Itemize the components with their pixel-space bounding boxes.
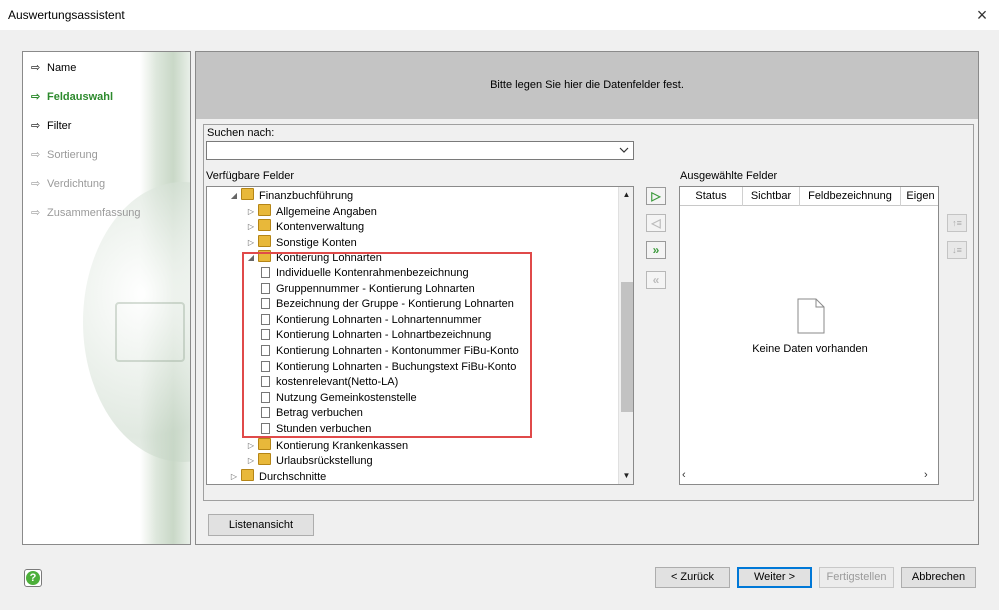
column-header-status[interactable]: Status: [680, 187, 743, 206]
wizard-step-panel: ⇨ Name ⇨ Feldauswahl ⇨ Filter ⇨ Sortierung ⇨…: [22, 51, 191, 545]
expand-icon[interactable]: ▷: [244, 438, 258, 453]
tree-folder-node[interactable]: ◢ Finanzbuchführung: [227, 188, 353, 203]
tree-folder-node[interactable]: ▷ Urlaubsrückstellung: [244, 453, 373, 468]
move-down-button[interactable]: ↓≡: [947, 241, 967, 259]
tree-node-label: Urlaubsrückstellung: [276, 455, 373, 468]
nav-step-feldauswahl[interactable]: ⇨ Feldauswahl: [31, 90, 113, 108]
collapse-icon[interactable]: ◢: [227, 188, 241, 203]
move-up-icon: ↑≡: [952, 218, 962, 228]
close-icon[interactable]: ×: [970, 4, 994, 26]
arrow-right-icon: ⇨: [31, 149, 41, 161]
nav-step-verdichtung: ⇨ Verdichtung: [31, 178, 106, 190]
arrow-right-icon: ⇨: [31, 207, 41, 219]
expand-icon[interactable]: ▷: [244, 204, 258, 219]
tree-node-label: Kontierung Krankenkassen: [276, 439, 409, 452]
content-panel: Bitte legen Sie hier die Datenfelder fes…: [195, 51, 979, 545]
selected-fields-label: Ausgewählte Felder: [680, 170, 778, 182]
search-label: Suchen nach:: [207, 127, 275, 139]
back-button[interactable]: < Zurück: [655, 567, 730, 588]
folder-icon: [241, 188, 254, 200]
search-combobox[interactable]: [206, 141, 634, 160]
move-all-right-icon: »: [652, 243, 660, 257]
window-title: Auswertungsassistent: [8, 8, 125, 22]
column-header-eigen[interactable]: Eigen: [901, 187, 938, 206]
help-button[interactable]: ?: [24, 569, 42, 587]
move-all-left-icon: «: [652, 273, 660, 287]
list-view-button[interactable]: Listenansicht: [208, 514, 314, 536]
scrollbar-thumb[interactable]: [621, 282, 633, 412]
column-header-sichtbar[interactable]: Sichtbar: [743, 187, 800, 206]
tree-folder-node[interactable]: ▷ Sonstige Konten: [244, 234, 357, 250]
move-down-icon: ↓≡: [952, 245, 962, 255]
scroll-right-icon[interactable]: ›: [924, 469, 936, 483]
move-right-button[interactable]: ▷: [646, 187, 666, 205]
tree-vertical-scrollbar[interactable]: ▲ ▼: [618, 187, 633, 484]
folder-icon: [258, 437, 271, 450]
nav-step-name[interactable]: ⇨ Name: [31, 61, 76, 79]
empty-state-text: Keine Daten vorhanden: [752, 343, 868, 355]
move-left-button: ◁: [646, 214, 666, 232]
header-band: Bitte legen Sie hier die Datenfelder fes…: [196, 52, 978, 119]
available-fields-label: Verfügbare Felder: [206, 170, 295, 182]
next-button[interactable]: Weiter >: [737, 567, 812, 588]
arrow-right-icon: ⇨: [31, 62, 41, 74]
folder-icon: [258, 453, 271, 466]
decorative-monitor-graphic: [115, 302, 185, 362]
field-selection-box: Suchen nach: Verfügbare Felder ◢ Finanzbu…: [203, 124, 974, 501]
move-all-right-button[interactable]: »: [646, 241, 666, 259]
scroll-left-icon[interactable]: ‹: [682, 469, 694, 483]
cancel-button[interactable]: Abbrechen: [901, 567, 976, 588]
tree-node-label: Sonstige Konten: [276, 236, 357, 249]
expand-icon[interactable]: ▷: [227, 469, 241, 484]
scroll-up-icon[interactable]: ▲: [619, 187, 633, 202]
nav-step-sortierung: ⇨ Sortierung: [31, 149, 98, 161]
tree-node-label: Durchschnitte: [259, 470, 327, 483]
highlight-box: [242, 252, 532, 438]
folder-icon: [258, 234, 271, 247]
expand-icon[interactable]: ▷: [244, 219, 258, 234]
folder-icon: [241, 468, 254, 481]
tree-node-label: Finanzbuchführung: [259, 190, 354, 202]
tree-folder-node[interactable]: ▷ Allgemeine Angaben: [244, 203, 377, 219]
folder-icon: [258, 203, 271, 216]
expand-icon[interactable]: ▷: [244, 235, 258, 250]
title-bar: Auswertungsassistent ×: [0, 0, 999, 30]
chevron-down-icon[interactable]: [619, 144, 629, 156]
empty-document-icon: [797, 298, 825, 334]
tree-folder-node[interactable]: ▷ Kontierung Krankenkassen: [244, 437, 409, 453]
move-left-icon: ◁: [651, 216, 661, 230]
help-icon: ?: [26, 571, 40, 585]
arrow-right-icon: ⇨: [31, 178, 41, 190]
column-header-feldbezeichnung[interactable]: Feldbezeichnung: [800, 187, 901, 206]
tree-folder-node[interactable]: ▷ Kontenverwaltung: [244, 219, 364, 234]
tree-folder-node[interactable]: ▷ Durchschnitte: [227, 468, 327, 484]
available-fields-tree[interactable]: ◢ Finanzbuchführung ▷ Allgemeine Angaben ▷ Ko…: [206, 186, 634, 485]
move-up-button[interactable]: ↑≡: [947, 214, 967, 232]
scroll-down-icon[interactable]: ▼: [619, 468, 633, 483]
arrow-right-icon: ⇨: [31, 120, 41, 132]
tree-node-label: Kontenverwaltung: [276, 221, 365, 234]
folder-icon: [258, 219, 271, 232]
grid-header: Status Sichtbar Feldbezeichnung Eigen: [680, 187, 938, 206]
move-all-left-button: «: [646, 271, 666, 289]
tree-node-label: Allgemeine Angaben: [276, 205, 377, 218]
instruction-text: Bitte legen Sie hier die Datenfelder fes…: [490, 79, 684, 91]
finish-button: Fertigstellen: [819, 567, 894, 588]
nav-step-zusammenfassung: ⇨ Zusammenfassung: [31, 207, 141, 219]
arrow-right-icon: ⇨: [31, 91, 41, 103]
selected-fields-grid[interactable]: Status Sichtbar Feldbezeichnung Eigen Ke…: [679, 186, 939, 485]
expand-icon[interactable]: ▷: [244, 453, 258, 468]
nav-step-filter[interactable]: ⇨ Filter: [31, 119, 71, 137]
move-right-icon: ▷: [651, 189, 661, 203]
